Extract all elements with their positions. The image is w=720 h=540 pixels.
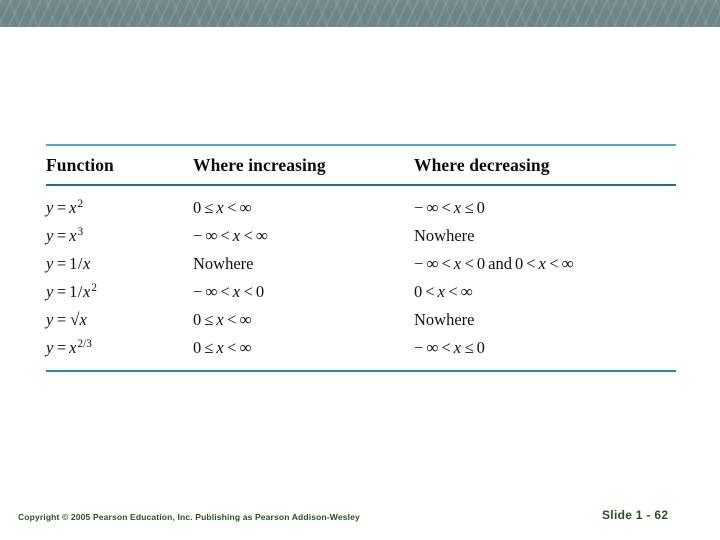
cell-where-increasing: Nowhere	[193, 254, 254, 273]
table-row: y = x2/3 0 ≤ x < ∞ − ∞ < x ≤0	[46, 334, 676, 362]
radical-sign-group: √x	[70, 310, 87, 329]
cell-where-decreasing: − ∞ < x ≤0	[414, 338, 485, 357]
table-row: y = 1/x Nowhere − ∞ < x <0 and 0 < x < ∞	[46, 250, 676, 278]
column-header-where-increasing: Where increasing	[193, 154, 326, 175]
cell-where-decreasing: − ∞ < x ≤0	[414, 198, 485, 217]
cell-where-increasing: − ∞ < x <0	[193, 282, 265, 301]
footer-slide-number: Slide 1 - 62	[602, 508, 669, 522]
slide-top-banner	[0, 0, 720, 27]
cell-where-increasing: 0 ≤ x < ∞	[193, 198, 252, 217]
footer-copyright: Copyright © 2005 Pearson Education, Inc.…	[18, 512, 360, 522]
column-header-where-decreasing: Where decreasing	[414, 154, 550, 175]
cell-function: y = x2/3	[46, 337, 92, 357]
table-row: y = √x 0 ≤ x < ∞ Nowhere	[46, 306, 676, 334]
cell-function: y = x3	[46, 225, 84, 245]
cell-function: y = √x	[46, 310, 87, 329]
table-header-row: Function Where increasing Where decreasi…	[46, 146, 676, 184]
cell-where-decreasing: Nowhere	[414, 226, 475, 245]
monotonicity-table: Function Where increasing Where decreasi…	[46, 146, 676, 184]
table-row: y = x3 − ∞ < x < ∞ Nowhere	[46, 222, 676, 250]
monotonicity-table-body: y = x2 0 ≤ x < ∞ − ∞ < x ≤0 y = x3 − ∞ < x < ∞ Nowhere	[46, 194, 676, 362]
column-header-function: Function	[46, 154, 114, 175]
table-rule-bottom	[46, 370, 676, 372]
cell-function: y = 1/x2	[46, 281, 97, 301]
table-row: y = x2 0 ≤ x < ∞ − ∞ < x ≤0	[46, 194, 676, 222]
cell-function: y = x2	[46, 197, 84, 217]
cell-where-increasing: − ∞ < x < ∞	[193, 226, 269, 245]
cell-where-decreasing: − ∞ < x <0 and 0 < x < ∞	[414, 254, 574, 273]
table-rule-header-separator	[46, 184, 676, 186]
cell-function: y = 1/x	[46, 254, 91, 273]
cell-where-decreasing: Nowhere	[414, 310, 475, 329]
table-figure: Function Where increasing Where decreasi…	[46, 144, 676, 372]
cell-where-increasing: 0 ≤ x < ∞	[193, 310, 252, 329]
cell-where-decreasing: 0 < x < ∞	[414, 282, 473, 301]
cell-where-increasing: 0 ≤ x < ∞	[193, 338, 252, 357]
table-row: y = 1/x2 − ∞ < x <0 0 < x < ∞	[46, 278, 676, 306]
